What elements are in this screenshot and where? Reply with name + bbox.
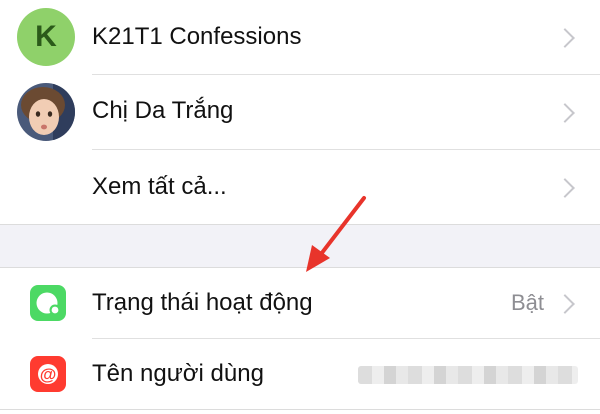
chevron-right-icon (555, 294, 575, 314)
contact-name: Chị Da Trắng (92, 97, 234, 124)
active-status-row[interactable]: Trạng thái hoạt động Bật (0, 268, 600, 338)
at-sign-icon: @ (30, 356, 66, 392)
avatar (17, 83, 75, 141)
username-row[interactable]: @ Tên người dùng (0, 339, 600, 409)
settings-screen: K K21T1 Confessions Chị Da Trắng Xem tất… (0, 0, 600, 414)
contact-name: K21T1 Confessions (92, 23, 302, 50)
username-label: Tên người dùng (92, 360, 264, 387)
blurred-username-value (358, 366, 578, 384)
active-status-value: Bật (510, 290, 544, 315)
active-status-icon (30, 285, 66, 321)
profile-photo-icon (17, 83, 75, 141)
avatar: K (17, 8, 75, 66)
active-status-label: Trạng thái hoạt động (92, 289, 313, 316)
chevron-right-icon (555, 178, 575, 198)
chevron-right-icon (555, 28, 575, 48)
contact-row-k21t1[interactable]: K K21T1 Confessions (0, 0, 600, 74)
section-gap (0, 225, 600, 267)
at-symbol: @ (40, 365, 57, 384)
bottom-border (0, 409, 600, 410)
chevron-right-icon (555, 103, 575, 123)
see-all-row[interactable]: Xem tất cả... (0, 150, 600, 224)
contact-row-chi-da-trang[interactable]: Chị Da Trắng (0, 75, 600, 149)
see-all-label: Xem tất cả... (92, 173, 227, 200)
